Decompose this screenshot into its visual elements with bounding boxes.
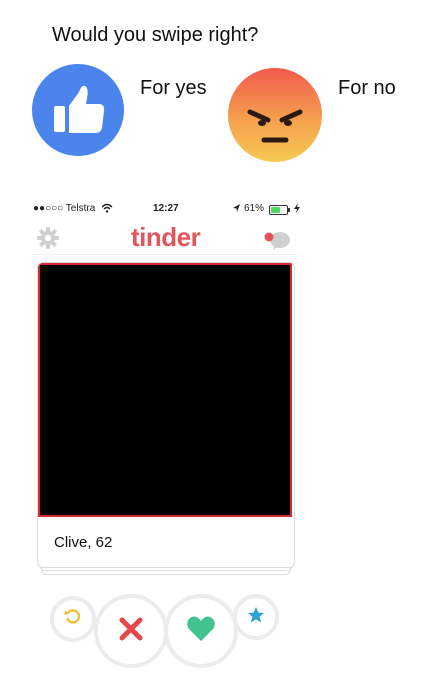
profile-photo: [38, 263, 292, 517]
question-text: Would you swipe right?: [52, 24, 259, 46]
rewind-button[interactable]: [50, 596, 96, 642]
rewind-icon: [64, 608, 82, 631]
status-time: 12:27: [153, 203, 179, 214]
gear-icon[interactable]: [37, 227, 59, 249]
carrier-label: ●●○○○ Telstra: [33, 203, 96, 214]
battery-tip: [288, 208, 290, 212]
app-header: tinder: [33, 220, 299, 255]
super-like-button[interactable]: [233, 594, 279, 640]
heart-icon: [186, 615, 216, 648]
status-bar: ●●○○○ Telstra 12:27 61%: [33, 203, 300, 217]
profile-card[interactable]: Clive, 62: [37, 262, 295, 568]
app-logo: tinder: [131, 222, 201, 252]
x-icon: [118, 616, 144, 647]
charging-icon: [294, 203, 300, 216]
wifi-icon: [101, 203, 113, 216]
location-arrow-icon: [233, 204, 241, 216]
battery-percent: 61%: [244, 203, 265, 214]
like-button[interactable]: [164, 594, 238, 668]
chat-icon[interactable]: [263, 228, 291, 250]
yes-label: For yes: [140, 77, 207, 99]
angry-face-icon: [226, 66, 324, 164]
nope-button[interactable]: [94, 594, 168, 668]
star-icon: [247, 606, 265, 629]
profile-name-age: Clive, 62: [54, 534, 113, 551]
battery-icon: [269, 205, 288, 215]
thumbs-up-icon: [32, 64, 124, 156]
no-label: For no: [338, 77, 396, 99]
